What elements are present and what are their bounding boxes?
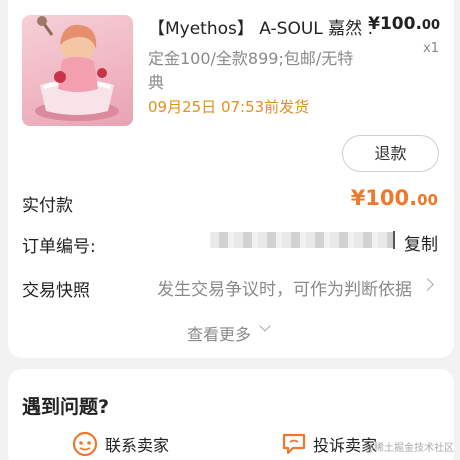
order-number-redacted — [210, 232, 395, 248]
watermark: @稀土掘金技术社区 — [364, 443, 454, 454]
view-more-button[interactable]: 查看更多 — [187, 321, 251, 345]
refund-button[interactable]: 退款 — [342, 135, 439, 172]
contact-seller-button[interactable]: 联系卖家 — [105, 432, 169, 456]
paid-amount: ¥100.00 — [350, 186, 438, 210]
copy-button[interactable]: 复制 — [404, 230, 438, 255]
product-spec: 定金100/全款899;包邮/无特典 — [148, 49, 354, 92]
complain-seller-icon[interactable] — [281, 432, 307, 456]
product-quantity: x1 — [423, 41, 439, 56]
figure-image — [35, 16, 119, 121]
ship-deadline: 09月25日 07:53前发货 — [148, 98, 310, 116]
divider — [393, 231, 395, 249]
contact-seller-icon[interactable] — [72, 431, 98, 457]
product-thumbnail[interactable] — [22, 15, 133, 126]
product-price: ¥100.00 — [368, 14, 440, 34]
order-number-label: 订单编号: — [22, 237, 96, 257]
snapshot-label: 交易快照 — [22, 281, 90, 301]
help-title: 遇到问题? — [22, 396, 110, 418]
snapshot-link[interactable]: 发生交易争议时，可作为判断依据 — [157, 275, 412, 300]
product-title[interactable]: 【Myethos】 A-SOUL 嘉然 ... — [148, 14, 373, 39]
paid-label: 实付款 — [22, 196, 73, 216]
